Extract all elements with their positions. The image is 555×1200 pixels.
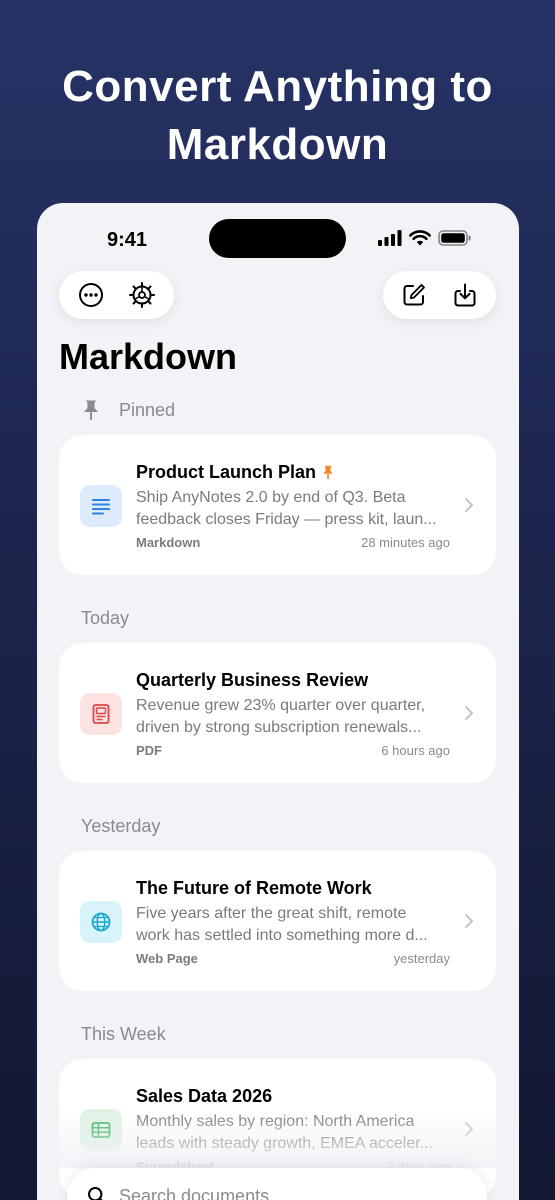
preview-line: feedback closes Friday — press kit, laun… xyxy=(136,511,437,528)
status-bar: 9:41 xyxy=(37,203,519,273)
import-button[interactable] xyxy=(445,275,485,315)
dynamic-island xyxy=(209,219,346,258)
wifi-icon xyxy=(409,230,431,246)
status-icons xyxy=(378,230,472,246)
section-title: Pinned xyxy=(119,399,176,420)
document-timestamp: 28 minutes ago xyxy=(361,535,450,550)
document-card[interactable]: Product Launch Plan Ship AnyNotes 2.0 by… xyxy=(59,435,496,575)
pinned-badge-icon xyxy=(323,465,333,480)
section-title: Yesterday xyxy=(81,815,161,836)
settings-button[interactable] xyxy=(122,275,162,315)
preview-line: work has settled into something more d..… xyxy=(136,927,428,944)
preview-line: Monthly sales by region: North America xyxy=(136,1113,415,1130)
toolbar-left-group xyxy=(59,271,174,319)
more-icon xyxy=(78,283,103,307)
section-header-this-week: This Week xyxy=(59,1017,496,1051)
section-header-today: Today xyxy=(59,601,496,635)
document-timestamp: 6 hours ago xyxy=(381,743,450,758)
compose-button[interactable] xyxy=(394,275,434,315)
section-header-yesterday: Yesterday xyxy=(59,809,496,843)
document-type: Markdown xyxy=(136,535,201,550)
promo-headline: Convert Anything to Markdown xyxy=(0,58,555,174)
chevron-right-icon xyxy=(465,706,473,720)
headline-line-1: Convert Anything to xyxy=(62,62,493,111)
toolbar-right-group xyxy=(383,271,496,319)
document-preview: Monthly sales by region: North America l… xyxy=(136,1111,456,1155)
compose-icon xyxy=(403,284,426,306)
document-preview: Ship AnyNotes 2.0 by end of Q3. Beta fee… xyxy=(136,487,456,531)
document-timestamp: yesterday xyxy=(393,951,450,966)
document-preview: Five years after the great shift, remote… xyxy=(136,903,456,947)
phone-screen: 9:41 Markdown Pinned Product Launch Plan… xyxy=(37,203,519,1200)
page-title: Markdown xyxy=(59,336,238,377)
globe-icon xyxy=(80,901,122,943)
chevron-right-icon xyxy=(465,914,473,928)
preview-line: leads with steady growth, EMEA acceler..… xyxy=(136,1135,434,1152)
headline-line-2: Markdown xyxy=(166,120,389,169)
document-title-row: The Future of Remote Work xyxy=(136,878,372,899)
markdown-doc-icon xyxy=(80,485,122,527)
section-title: This Week xyxy=(81,1023,166,1044)
settings-icon xyxy=(129,282,156,308)
preview-line: driven by strong subscription renewals..… xyxy=(136,719,422,736)
document-title-row: Sales Data 2026 xyxy=(136,1086,272,1107)
document-title-row: Quarterly Business Review xyxy=(136,670,368,691)
import-icon xyxy=(454,283,476,307)
section-title: Today xyxy=(81,607,130,628)
pin-icon xyxy=(81,399,101,421)
document-type: Web Page xyxy=(136,951,198,966)
document-title: Quarterly Business Review xyxy=(136,670,369,690)
document-title: Sales Data 2026 xyxy=(136,1086,273,1106)
search-icon xyxy=(88,1187,103,1200)
document-title: Product Launch Plan xyxy=(136,462,317,482)
document-preview: Revenue grew 23% quarter over quarter, d… xyxy=(136,695,456,739)
preview-line: Five years after the great shift, remote xyxy=(136,905,407,922)
search-bar[interactable] xyxy=(67,1168,487,1200)
document-list: Pinned Product Launch Plan Ship AnyNotes… xyxy=(59,393,496,1200)
preview-line: Revenue grew 23% quarter over quarter, xyxy=(136,697,426,714)
document-title-row: Product Launch Plan xyxy=(136,462,334,483)
chevron-right-icon xyxy=(465,498,473,512)
document-type: PDF xyxy=(136,743,162,758)
document-card[interactable]: The Future of Remote Work Five years aft… xyxy=(59,851,496,991)
preview-line: Ship AnyNotes 2.0 by end of Q3. Beta xyxy=(136,489,406,506)
chevron-right-icon xyxy=(465,1122,473,1136)
document-card[interactable]: Quarterly Business Review Revenue grew 2… xyxy=(59,643,496,783)
section-header-pinned: Pinned xyxy=(59,393,496,427)
more-button[interactable] xyxy=(71,275,111,315)
search-input[interactable] xyxy=(119,1185,419,1200)
spreadsheet-icon xyxy=(80,1109,122,1151)
battery-icon xyxy=(438,230,471,246)
document-title: The Future of Remote Work xyxy=(136,878,372,898)
pdf-doc-icon xyxy=(80,693,122,735)
status-time: 9:41 xyxy=(107,229,148,251)
cellular-signal-icon xyxy=(378,230,402,246)
